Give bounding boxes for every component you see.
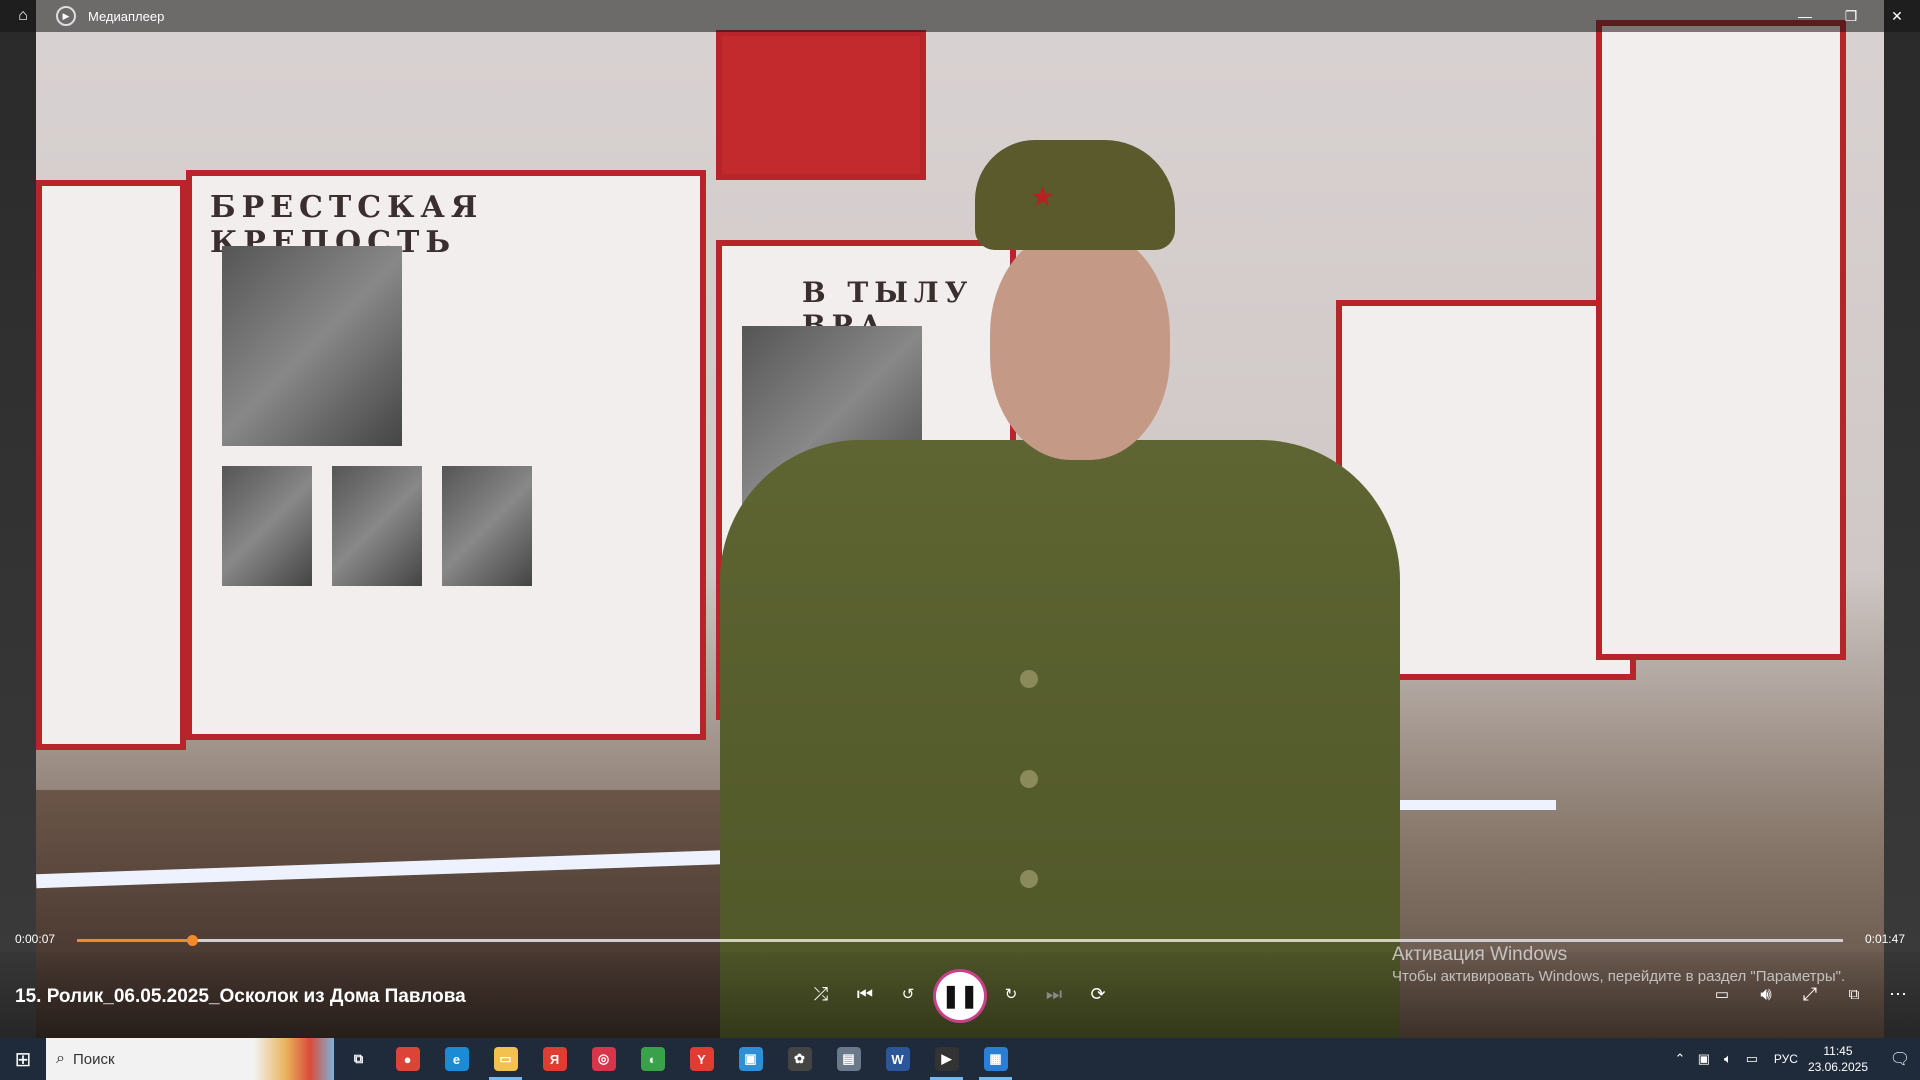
taskbar-app-app-10[interactable]: ✿ [775, 1038, 824, 1080]
windows-activation-watermark: Активация Windows Чтобы активировать Win… [1392, 944, 1845, 985]
shuffle-icon[interactable]: ⤮ [803, 976, 839, 1012]
task-view-icon: ⧉ [346, 1047, 371, 1071]
presenter: ★ [720, 140, 1400, 1038]
seek-bar-thumb[interactable] [186, 935, 198, 946]
activation-title: Активация Windows [1392, 944, 1568, 965]
forward-30-icon[interactable]: ↻ [993, 976, 1029, 1012]
restore-button[interactable]: ❐ [1828, 0, 1874, 32]
previous-icon[interactable]: ⏮ [847, 976, 883, 1012]
network-icon[interactable]: ▭ [1740, 1051, 1764, 1067]
taskbar-app-file-explorer[interactable]: ▭ [481, 1038, 530, 1080]
repeat-off-icon[interactable]: ⟳ [1080, 976, 1116, 1012]
close-button[interactable]: ✕ [1874, 0, 1920, 32]
taskbar-app-app-9[interactable]: ▣ [726, 1038, 775, 1080]
taskbar-app-app-14[interactable]: ▦ [971, 1038, 1020, 1080]
activation-text: Чтобы активировать Windows, перейдите в … [1392, 968, 1846, 985]
tunic-button [1020, 870, 1038, 888]
next-icon[interactable]: ⏭ [1036, 976, 1072, 1012]
camera-icon[interactable]: ▣ [1692, 1051, 1716, 1067]
app-11-icon: ▤ [836, 1047, 861, 1071]
taskbar-app-yandex-browser[interactable]: Y [677, 1038, 726, 1080]
exhibit-photo [332, 466, 422, 586]
cap-star-icon: ★ [1030, 181, 1056, 212]
media-player-icon: ▶ [934, 1047, 959, 1071]
seek-bar-progress [77, 939, 192, 942]
notifications-icon[interactable]: 🗨︎ [1880, 1038, 1920, 1080]
exhibit-panel [36, 180, 186, 750]
now-playing-title: 15. Ролик_06.05.2025_Осколок из Дома Пав… [15, 986, 466, 1007]
taskbar: ⊞ ⌕ Поиск ⧉ ● e ▭ Я ◎ ◐ Y ▣ ✿ ▤ W ▶ ▦ ⌃ ▣ 🔈︎ ▭ РУС 11… [0, 1038, 1920, 1080]
tunic-button [1020, 770, 1038, 788]
taskbar-search[interactable]: ⌕ Поиск [46, 1038, 334, 1080]
taskbar-app-yandex[interactable]: Я [530, 1038, 579, 1080]
video-surface[interactable]: БРЕСТСКАЯ КРЕПОСТЬ В ТЫЛУ ВРА ★ [0, 0, 1920, 1038]
edge-icon: e [444, 1047, 469, 1071]
clock-time: 11:45 [1823, 1044, 1853, 1058]
chevron-up-icon[interactable]: ⌃ [1668, 1051, 1692, 1067]
app-10-icon: ✿ [787, 1047, 812, 1071]
taskbar-app-word[interactable]: W [873, 1038, 922, 1080]
rewind-10-icon[interactable]: ↺ [890, 976, 926, 1012]
taskbar-app-task-view[interactable]: ⧉ [334, 1038, 383, 1080]
exhibit-photo [222, 466, 312, 586]
display-light [1396, 800, 1556, 810]
app-7-icon: ◐ [640, 1047, 665, 1071]
exhibit-panel [1596, 20, 1846, 660]
title-bar: ⌂ ▶ Медиаплеер — ❐ ✕ [0, 0, 1920, 32]
clock-date: 23.06.2025 [1807, 1060, 1868, 1074]
total-duration: 0:01:47 [1864, 932, 1905, 946]
presenter-face [990, 230, 1170, 460]
search-icon: ⌕ [56, 1050, 65, 1067]
taskbar-apps: ⧉ ● e ▭ Я ◎ ◐ Y ▣ ✿ ▤ W ▶ ▦ [334, 1038, 1020, 1080]
app-title: Медиаплеер [88, 8, 165, 24]
tunic-button [1020, 670, 1038, 688]
more-options-icon[interactable]: ⋯ [1880, 976, 1916, 1012]
media-player-logo-icon: ▶ [56, 6, 76, 26]
search-highlight-image [254, 1038, 334, 1080]
clock[interactable]: 11:45 23.06.2025 [1808, 1043, 1868, 1075]
taskbar-app-chrome[interactable]: ● [383, 1038, 432, 1080]
system-tray: ⌃ ▣ 🔈︎ ▭ РУС 11:45 23.06.2025 🗨︎ [1668, 1038, 1920, 1080]
taskbar-app-app-7[interactable]: ◐ [628, 1038, 677, 1080]
presenter-cap [975, 140, 1175, 250]
pause-button[interactable]: ❚❚ [936, 972, 984, 1020]
current-time: 0:00:07 [15, 932, 56, 946]
input-language[interactable]: РУС [1774, 1052, 1798, 1066]
file-explorer-icon: ▭ [493, 1047, 518, 1071]
app-9-icon: ▣ [738, 1047, 763, 1071]
volume-tray-icon[interactable]: 🔈︎ [1716, 1051, 1740, 1067]
taskbar-app-media-player[interactable]: ▶ [922, 1038, 971, 1080]
app-14-icon: ▦ [983, 1047, 1008, 1071]
yandex-icon: Я [542, 1047, 567, 1071]
start-windows-icon[interactable]: ⊞ [0, 1038, 46, 1080]
window-controls: — ❐ ✕ [1782, 0, 1920, 32]
taskbar-app-app-6[interactable]: ◎ [579, 1038, 628, 1080]
chrome-icon: ● [395, 1047, 420, 1071]
home-icon[interactable]: ⌂ [0, 0, 46, 32]
exhibit-panel: БРЕСТСКАЯ КРЕПОСТЬ [186, 170, 706, 740]
exhibit-photo [442, 466, 532, 586]
taskbar-app-app-11[interactable]: ▤ [824, 1038, 873, 1080]
minimize-button[interactable]: — [1782, 0, 1828, 32]
word-icon: W [885, 1047, 910, 1071]
exhibit-photo [222, 246, 402, 446]
taskbar-app-edge[interactable]: e [432, 1038, 481, 1080]
search-placeholder: Поиск [72, 1050, 115, 1068]
app-6-icon: ◎ [591, 1047, 616, 1071]
yandex-browser-icon: Y [689, 1047, 714, 1071]
seek-bar[interactable] [77, 935, 1843, 946]
